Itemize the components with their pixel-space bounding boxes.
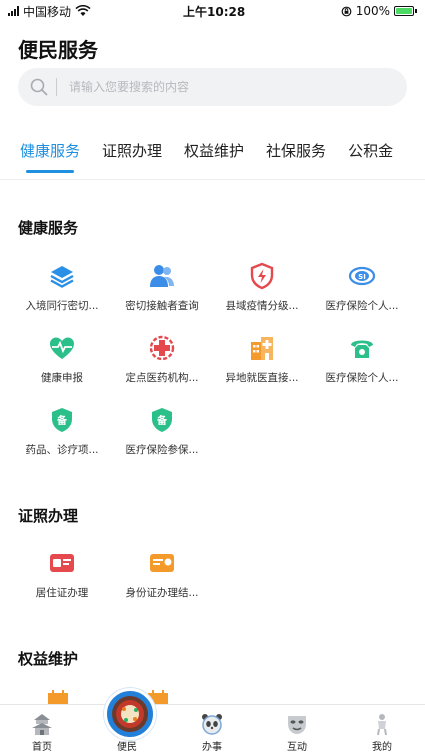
- service-item[interactable]: 身份证办理结...: [114, 549, 210, 600]
- service-label: 身份证办理结...: [125, 587, 199, 599]
- tabbar-item-interaction[interactable]: 互动: [257, 705, 337, 753]
- service-item[interactable]: 健康申报: [14, 334, 110, 385]
- section-title-license: 证照办理: [18, 507, 79, 525]
- service-label: 入境同行密切...: [25, 300, 99, 312]
- service-label: 医疗保险参保...: [125, 444, 199, 456]
- service-item[interactable]: 居住证办理: [14, 549, 110, 600]
- service-item[interactable]: 异地就医直接...: [214, 334, 310, 385]
- record-badge-icon: 备: [52, 408, 72, 432]
- hospital-icon: [251, 337, 273, 360]
- tab-health[interactable]: 健康服务: [20, 140, 80, 173]
- convenience-center-button[interactable]: [104, 688, 156, 740]
- service-label: 密切接触者查询: [125, 300, 199, 312]
- medical-cross-icon: [149, 335, 175, 361]
- tabbar-label: 办事: [202, 742, 222, 753]
- status-bar: 中国移动 上午10:28 100%: [0, 0, 425, 22]
- tabbar-label: 我的: [372, 742, 392, 753]
- wifi-icon: [75, 5, 91, 16]
- service-item[interactable]: 定点医药机构...: [114, 334, 210, 385]
- tab-license[interactable]: 证照办理: [102, 140, 162, 171]
- category-tabs: 健康服务 证照办理 权益维护 社保服务 公积金: [0, 140, 425, 180]
- battery-percent: 100%: [355, 4, 390, 18]
- tabbar-item-mine[interactable]: 我的: [342, 705, 422, 753]
- service-label: 医疗保险个人...: [325, 372, 399, 384]
- heart-pulse-icon: [50, 337, 74, 359]
- figure-icon: [377, 714, 387, 735]
- tabbar-item-home[interactable]: 首页: [2, 705, 82, 753]
- carrier-label: 中国移动: [23, 4, 72, 19]
- panda-icon: [202, 714, 222, 735]
- status-right: 100%: [341, 4, 417, 18]
- pagoda-icon: [32, 714, 52, 735]
- section-title-rights: 权益维护: [18, 650, 79, 668]
- svg-text:备: 备: [156, 414, 168, 427]
- search-input[interactable]: [67, 79, 371, 95]
- rotation-lock-icon: [341, 6, 352, 16]
- tab-rights[interactable]: 权益维护: [184, 140, 244, 171]
- tabbar-label: 互动: [287, 742, 307, 753]
- record-badge-icon: 备: [152, 408, 172, 432]
- hotpot-icon: [112, 696, 148, 732]
- status-left: 中国移动: [8, 3, 91, 20]
- opera-mask-icon: [288, 716, 306, 734]
- search-bar[interactable]: [18, 68, 407, 106]
- shield-bolt-icon: [250, 262, 274, 290]
- signal-icon: [8, 6, 19, 16]
- tabbar-item-affairs[interactable]: 办事: [172, 705, 252, 753]
- section-title-health: 健康服务: [18, 219, 79, 237]
- service-label: 县域疫情分级...: [225, 300, 299, 312]
- service-label: 药品、诊疗项...: [25, 444, 99, 456]
- clock: 上午10:28: [183, 4, 246, 19]
- id-card-icon: [150, 554, 174, 572]
- service-item[interactable]: 医疗保险个人...: [314, 334, 410, 385]
- service-item[interactable]: 备 医疗保险参保...: [114, 406, 210, 457]
- tabbar-label: 首页: [32, 742, 52, 753]
- bottom-tab-bar: 首页 便民 办事 互动 我的: [0, 704, 425, 756]
- si-badge-icon: SI: [348, 266, 376, 286]
- tab-social-security[interactable]: 社保服务: [266, 140, 326, 171]
- page-title: 便民服务: [18, 38, 98, 62]
- layers-icon: [50, 266, 74, 288]
- svg-text:备: 备: [56, 414, 68, 427]
- people-icon: [150, 265, 174, 287]
- service-label: 异地就医直接...: [225, 372, 299, 384]
- service-label: 居住证办理: [35, 587, 89, 599]
- service-item[interactable]: 密切接触者查询: [114, 262, 210, 313]
- telephone-icon: [351, 340, 373, 358]
- search-divider: [56, 78, 57, 96]
- service-item[interactable]: SI 医疗保险个人...: [314, 262, 410, 313]
- service-item[interactable]: 入境同行密切...: [14, 262, 110, 313]
- service-label: 定点医药机构...: [125, 372, 199, 384]
- search-icon: [30, 78, 48, 96]
- calendar-icon: [48, 690, 68, 704]
- residence-card-icon: [50, 554, 74, 572]
- service-item[interactable]: 县域疫情分级...: [214, 262, 310, 313]
- service-label: 健康申报: [41, 372, 83, 384]
- battery-icon: [394, 6, 417, 16]
- service-label: 医疗保险个人...: [325, 300, 399, 312]
- tabbar-label: 便民: [117, 742, 137, 753]
- svg-text:SI: SI: [358, 273, 366, 281]
- service-item[interactable]: 备 药品、诊疗项...: [14, 406, 110, 457]
- tab-housing-fund[interactable]: 公积金: [348, 140, 393, 171]
